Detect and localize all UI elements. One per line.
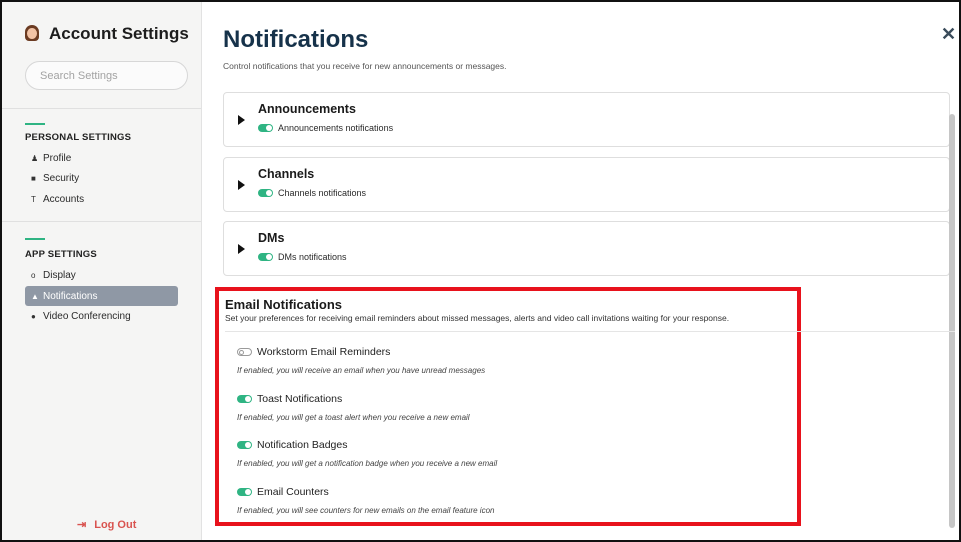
toggle-switch[interactable] (258, 189, 273, 197)
section-toggle-row: Announcements notifications (258, 123, 393, 133)
email-option-notification-badges: Notification Badges If enabled, you will… (237, 439, 497, 468)
search-input[interactable] (25, 61, 188, 90)
divider (2, 108, 201, 109)
section-marker (25, 123, 45, 125)
email-option-toast-notifications: Toast Notifications If enabled, you will… (237, 393, 470, 422)
toggle-switch[interactable] (258, 124, 273, 132)
logout-button[interactable]: ⇥ Log Out (77, 518, 137, 532)
sidebar-item-video-conferencing[interactable]: ● Video Conferencing (25, 306, 178, 326)
option-hint: If enabled, you will receive an email wh… (237, 366, 486, 375)
toggle-label: Announcements notifications (278, 123, 394, 133)
option-label: Workstorm Email Reminders (257, 346, 391, 358)
option-label-row: Notification Badges (237, 439, 497, 451)
display-icon: o (31, 270, 36, 280)
accounts-icon: T (31, 194, 36, 204)
email-section-description: Set your preferences for receiving email… (225, 313, 730, 323)
logout-icon: ⇥ (77, 519, 87, 531)
sidebar-item-label: Security (43, 172, 80, 184)
option-label-row: Workstorm Email Reminders (237, 346, 485, 358)
toggle-switch[interactable] (237, 488, 252, 496)
toggle-switch[interactable] (258, 253, 273, 261)
section-toggle-row: Channels notifications (258, 188, 366, 198)
sidebar-item-notifications[interactable]: ▲ Notifications (25, 286, 178, 306)
expand-caret-icon[interactable] (238, 180, 245, 190)
sidebar-item-label: Notifications (43, 290, 98, 302)
close-icon[interactable]: ✕ (941, 24, 956, 45)
option-label-row: Toast Notifications (237, 393, 470, 405)
option-label-row: Email Counters (237, 486, 494, 498)
sidebar-item-security[interactable]: ■ Security (25, 168, 178, 188)
sidebar-item-label: Profile (43, 152, 72, 164)
sidebar-item-label: Accounts (43, 193, 85, 205)
toggle-label: Channels notifications (278, 188, 367, 198)
sidebar-title: Account Settings (49, 24, 189, 43)
option-label: Email Counters (257, 486, 329, 498)
lock-icon: ■ (31, 173, 36, 183)
video-icon: ● (31, 311, 36, 321)
toggle-label: DMs notifications (278, 252, 347, 262)
section-title: Announcements (258, 102, 356, 116)
avatar[interactable] (24, 25, 40, 43)
sidebar-item-label: Video Conferencing (43, 310, 131, 322)
section-marker (25, 238, 45, 240)
email-section-title: Email Notifications (225, 297, 343, 312)
section-card-dms: DMs DMs notifications (223, 221, 950, 276)
divider (2, 221, 201, 222)
person-icon: ♟ (31, 153, 39, 163)
sidebar-item-label: Display (43, 269, 76, 281)
section-heading-app: APP SETTINGS (25, 249, 97, 260)
sidebar-item-profile[interactable]: ♟ Profile (25, 148, 178, 168)
sidebar-header: Account Settings (2, 2, 201, 44)
toggle-switch[interactable] (237, 441, 252, 449)
option-hint: If enabled, you will see counters for ne… (237, 506, 495, 515)
option-label: Toast Notifications (257, 393, 343, 405)
bell-icon: ▲ (31, 291, 39, 301)
section-title: Channels (258, 167, 315, 181)
section-heading-personal: PERSONAL SETTINGS (25, 132, 132, 143)
expand-caret-icon[interactable] (238, 244, 245, 254)
section-toggle-row: DMs notifications (258, 252, 347, 262)
expand-caret-icon[interactable] (238, 115, 245, 125)
email-option-email-counters: Email Counters If enabled, you will see … (237, 486, 494, 515)
email-notifications-section: Email Notifications Set your preferences… (215, 287, 955, 526)
logout-label: Log Out (94, 518, 137, 531)
page-title: Notifications (223, 26, 369, 53)
toggle-switch[interactable] (237, 348, 252, 356)
sidebar-item-accounts[interactable]: T Accounts (25, 189, 178, 209)
toggle-switch[interactable] (237, 395, 252, 403)
email-options: Workstorm Email Reminders If enabled, yo… (225, 331, 955, 531)
email-option-workstorm-reminders: Workstorm Email Reminders If enabled, yo… (237, 346, 485, 375)
sidebar-item-display[interactable]: o Display (25, 265, 178, 285)
section-card-announcements: Announcements Announcements notification… (223, 92, 950, 147)
page-subtitle: Control notifications that you receive f… (223, 61, 507, 71)
section-card-channels: Channels Channels notifications (223, 157, 950, 212)
option-hint: If enabled, you will get a notification … (237, 459, 498, 468)
main-panel: Notifications Control notifications that… (203, 2, 959, 540)
option-hint: If enabled, you will get a toast alert w… (237, 413, 470, 422)
sidebar: Account Settings PERSONAL SETTINGS ♟ Pro… (2, 2, 202, 540)
app-window: Account Settings PERSONAL SETTINGS ♟ Pro… (0, 0, 961, 542)
option-label: Notification Badges (257, 439, 348, 451)
section-title: DMs (258, 231, 285, 245)
